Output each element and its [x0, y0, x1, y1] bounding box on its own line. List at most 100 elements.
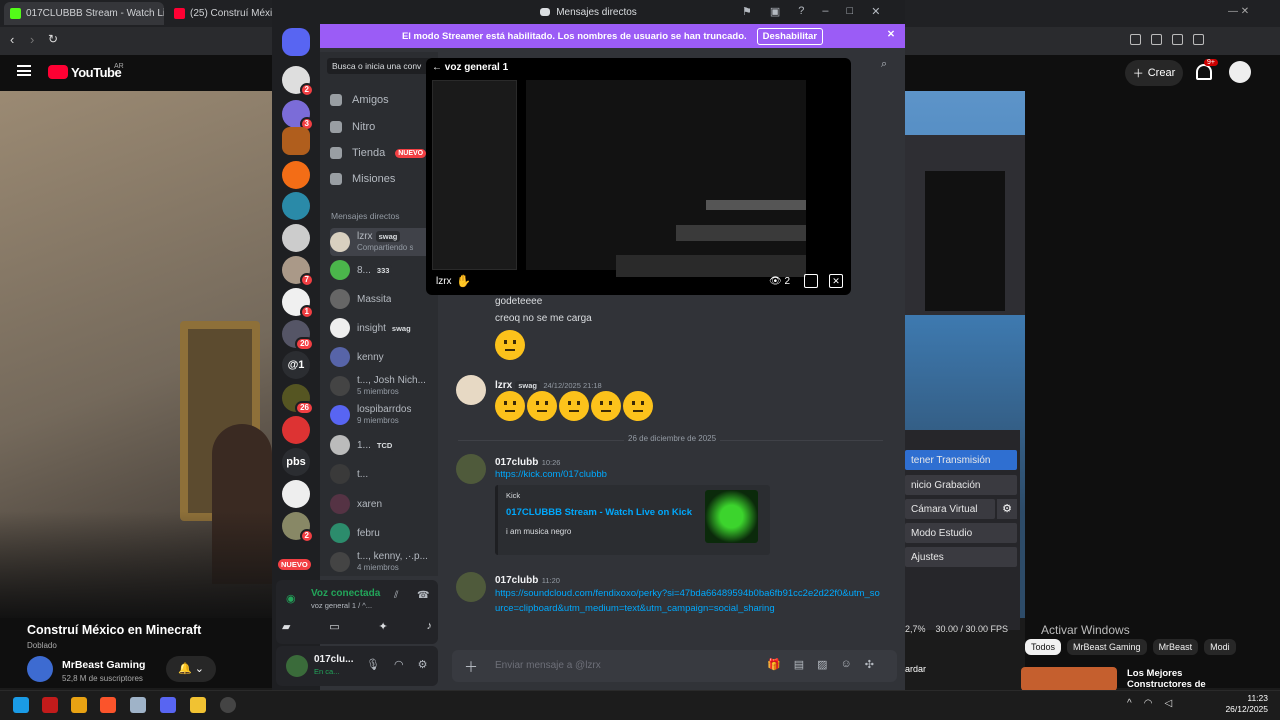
server-icon[interactable]: 1: [282, 288, 314, 319]
camera-icon[interactable]: ▰: [282, 620, 290, 633]
server-icon[interactable]: [282, 127, 310, 155]
avatar[interactable]: [456, 572, 486, 602]
volume-icon[interactable]: ◁: [1164, 698, 1172, 709]
avatar[interactable]: [456, 375, 486, 405]
discord-icon[interactable]: [160, 697, 176, 713]
gear-icon[interactable]: ⚙: [997, 499, 1017, 519]
gear-icon[interactable]: ⚙: [418, 658, 428, 671]
close-icon[interactable]: ✕: [871, 5, 880, 18]
username[interactable]: 017clu...: [314, 654, 353, 665]
chip-mrbeast-gaming[interactable]: MrBeast Gaming: [1067, 639, 1147, 655]
close-icon[interactable]: ✕: [887, 29, 895, 40]
message-author[interactable]: 017clubb: [495, 575, 538, 586]
disable-streamer-mode-button[interactable]: Deshabilitar: [756, 27, 824, 45]
message-author[interactable]: 017clubb: [495, 457, 538, 468]
chip-mrbeast[interactable]: MrBeast: [1152, 639, 1199, 655]
studio-mode-button[interactable]: Modo Estudio: [905, 523, 1017, 543]
gif-icon[interactable]: ▤: [794, 658, 804, 671]
recommended-title[interactable]: Los Mejores Constructores de: [1127, 668, 1217, 690]
server-icon[interactable]: [282, 192, 310, 220]
gift-icon[interactable]: 🎁: [767, 658, 781, 671]
dm-item[interactable]: t..., Josh Nich... 5 miembros: [330, 372, 438, 400]
server-icon[interactable]: 2: [282, 512, 314, 543]
brave-icon[interactable]: [100, 697, 116, 713]
maximize-icon[interactable]: □: [847, 5, 854, 18]
embed-title[interactable]: 017CLUBBB Stream - Watch Live on Kick: [506, 507, 692, 518]
dm-item[interactable]: insight swag: [330, 314, 438, 342]
soundboard-icon[interactable]: ♪: [426, 620, 432, 633]
avatar[interactable]: [1229, 61, 1251, 83]
channel-avatar[interactable]: [27, 656, 53, 682]
nav-nitro[interactable]: Nitro: [330, 116, 375, 138]
browser-tab-kick[interactable]: 017CLUBBB Stream - Watch Live on K: [4, 2, 164, 25]
extension-icon[interactable]: [1130, 34, 1141, 45]
nav-quests[interactable]: Misiones: [330, 168, 395, 190]
nav-store[interactable]: Tienda NUEVO: [330, 142, 427, 164]
create-button[interactable]: ＋ Crear: [1125, 60, 1183, 86]
chip-more[interactable]: Modi: [1204, 639, 1236, 655]
avatar[interactable]: [456, 454, 486, 484]
notifications-icon[interactable]: [1196, 64, 1212, 80]
popout-icon[interactable]: [804, 274, 818, 288]
disconnect-icon[interactable]: ☎: [417, 590, 429, 601]
menu-icon[interactable]: [17, 65, 31, 76]
server-icon[interactable]: [282, 224, 310, 252]
message-input[interactable]: Enviar mensaje a @lzrx: [495, 660, 601, 671]
chevron-up-icon[interactable]: ^: [1127, 698, 1132, 709]
dm-item[interactable]: xaren: [330, 490, 438, 518]
nav-friends[interactable]: Amigos: [330, 89, 389, 111]
link-embed[interactable]: Kick 017CLUBBB Stream - Watch Live on Ki…: [495, 485, 770, 555]
stream-preview-overlay[interactable]: ← voz general 1 lzrx ✋ 👁 2 ✕: [426, 58, 851, 295]
extension-icon[interactable]: [1193, 34, 1204, 45]
reload-icon[interactable]: ↻: [48, 32, 58, 46]
add-attachment-icon[interactable]: ＋: [464, 657, 478, 677]
app-icon[interactable]: [71, 697, 87, 713]
embed-thumbnail[interactable]: [705, 490, 758, 543]
windows-start-icon[interactable]: [13, 697, 29, 713]
extension-icon[interactable]: [1172, 34, 1183, 45]
obs-icon[interactable]: [220, 697, 236, 713]
file-explorer-icon[interactable]: [190, 697, 206, 713]
notifications-bell-button[interactable]: 🔔 ⌄: [166, 656, 216, 682]
server-icon[interactable]: [282, 480, 310, 508]
headphones-icon[interactable]: ◠: [394, 658, 404, 671]
message-link[interactable]: https://kick.com/017clubbb: [495, 469, 607, 480]
server-icon[interactable]: 2: [282, 66, 314, 97]
message-link[interactable]: https://soundcloud.com/fendixoxo/perky?s…: [495, 587, 880, 616]
start-recording-button[interactable]: nicio Grabación: [905, 475, 1017, 495]
server-icon[interactable]: 26: [282, 384, 314, 415]
noise-suppression-icon[interactable]: ⫽: [394, 590, 398, 601]
inbox-icon[interactable]: ▣: [770, 5, 780, 18]
settings-button[interactable]: Ajustes: [905, 547, 1017, 567]
microphone-icon[interactable]: 🎙: [366, 658, 380, 671]
server-icon[interactable]: 7: [282, 256, 314, 287]
back-icon[interactable]: ‹: [10, 32, 14, 47]
channel-name[interactable]: MrBeast Gaming: [62, 659, 145, 671]
settings-icon[interactable]: [130, 697, 146, 713]
server-icon[interactable]: [282, 161, 310, 189]
close-stream-icon[interactable]: ✕: [829, 274, 843, 288]
pbs-server-icon[interactable]: pbs: [282, 448, 310, 476]
app-icon[interactable]: [42, 697, 58, 713]
clock[interactable]: 11:23 26/12/2025: [1222, 693, 1268, 715]
recommended-thumbnail[interactable]: [1021, 667, 1117, 691]
start-stream-button[interactable]: tener Transmisión: [905, 450, 1017, 470]
server-icon[interactable]: [282, 416, 310, 444]
dm-item[interactable]: lospibarrdos 9 miembros: [330, 401, 438, 429]
youtube-logo-icon[interactable]: [48, 65, 68, 79]
mention-server-icon[interactable]: @1: [282, 351, 310, 379]
help-icon[interactable]: ?: [798, 5, 804, 18]
avatar[interactable]: [286, 655, 308, 677]
dm-item[interactable]: kenny: [330, 343, 438, 371]
search-icon[interactable]: ⌕: [881, 58, 887, 71]
dm-item[interactable]: lzrx swag Compartiendo s: [330, 228, 438, 256]
voice-channel[interactable]: voz general 1 / ^...: [311, 601, 372, 610]
sticker-icon[interactable]: ▨: [817, 658, 827, 671]
emoji-icon[interactable]: ☺: [841, 658, 852, 671]
message-composer[interactable]: ＋ Enviar mensaje a @lzrx 🎁 ▤ ▨ ☺ ✣: [452, 650, 897, 682]
wifi-icon[interactable]: ◠: [1144, 698, 1153, 709]
server-icon[interactable]: 20: [282, 320, 314, 351]
dm-item[interactable]: Massita: [330, 285, 438, 313]
window-controls[interactable]: — ✕: [1228, 6, 1268, 20]
discord-home-icon[interactable]: [282, 28, 310, 56]
